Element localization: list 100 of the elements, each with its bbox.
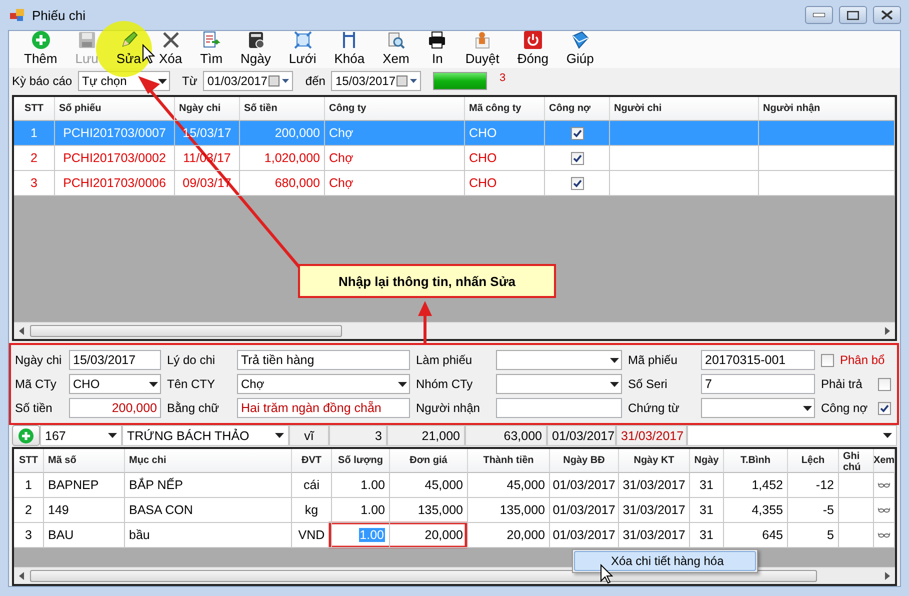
glasses-icon[interactable] [878, 530, 890, 540]
checkbox-label: Phân bổ [840, 353, 885, 367]
input-field[interactable]: 20170315-001 [701, 350, 815, 370]
dropdown-field[interactable] [496, 350, 622, 370]
table-cell: bầu [125, 523, 292, 548]
toolbar-button[interactable]: Thêm [15, 30, 66, 66]
dropdown-field[interactable]: TRỨNG BÁCH THẢO [122, 425, 289, 446]
scrollbar-thumb[interactable] [30, 570, 817, 582]
dropdown-arrow-icon [883, 433, 892, 438]
checkbox[interactable] [570, 152, 584, 164]
dropdown-arrow-icon [610, 358, 619, 362]
checkbox[interactable] [821, 354, 834, 366]
cross-icon [160, 30, 181, 50]
dropdown-field[interactable]: 167 [40, 425, 122, 446]
close-button[interactable] [873, 6, 901, 24]
dropdown-field[interactable] [701, 398, 815, 418]
toolbar-button[interactable]: Xem [374, 30, 418, 66]
dropdown-arrow-icon [108, 433, 117, 438]
toolbar-button[interactable]: Giúp [557, 30, 603, 66]
maximize-button[interactable] [839, 6, 867, 24]
checkbox[interactable] [570, 176, 584, 190]
toolbar-button[interactable]: Đóng [508, 30, 558, 66]
input-field[interactable] [496, 398, 622, 418]
window-title: Phiếu chi [32, 8, 86, 22]
calendar-icon[interactable] [396, 75, 418, 87]
selected-text: 1.00 [358, 528, 385, 542]
entry-cell: 31/03/2017 [616, 425, 687, 446]
table-cell: 645 [724, 523, 788, 548]
scrollbar-thumb[interactable] [30, 325, 342, 337]
dropdown-arrow-icon [803, 406, 812, 410]
field-label: Lý do chi [167, 353, 216, 367]
add-row-button[interactable] [12, 425, 40, 446]
from-label: Từ [182, 74, 198, 88]
date-picker[interactable]: 15/03/2017 [331, 71, 422, 91]
to-label: đến [305, 74, 326, 88]
entry-cell: 21,000 [387, 425, 465, 446]
dropdown-field[interactable] [687, 425, 897, 446]
entry-cell: 01/03/2017 [547, 425, 616, 446]
table-cell: 01/03/2017 [550, 523, 619, 548]
maximize-icon [847, 10, 859, 20]
horizontal-scrollbar[interactable] [14, 567, 895, 584]
table-cell: 3 [14, 171, 55, 196]
mouse-cursor-icon [600, 564, 613, 584]
frame-icon [292, 30, 313, 50]
dropdown-arrow-icon [275, 433, 284, 438]
arrow [418, 301, 432, 344]
field-label: Mã phiếu [628, 353, 678, 367]
dropdown-arrow-icon [158, 78, 168, 84]
field-label: Mã CTy [15, 377, 58, 391]
checkbox[interactable] [570, 126, 584, 140]
field-label: Chứng từ [628, 401, 680, 415]
entry-cell: 63,000 [465, 425, 547, 446]
field-label: Ngày chi [15, 353, 63, 367]
table-cell: Chợ [325, 171, 465, 196]
field-label: Tên CTY [167, 377, 216, 391]
table-cell: BAU [44, 523, 125, 548]
field-label: Số tiền [15, 401, 54, 415]
checkbox[interactable] [878, 402, 891, 414]
minimize-button[interactable] [805, 6, 833, 24]
dropdown-field[interactable] [496, 374, 622, 394]
mouse-cursor-icon [142, 44, 155, 64]
input-field[interactable]: 200,000 [69, 398, 161, 418]
table-cell: 680,000 [240, 171, 325, 196]
dropdown-field[interactable]: CHO [69, 374, 161, 394]
toolbar-button[interactable]: Lưới [280, 30, 326, 66]
table-cell: 3 [14, 523, 44, 548]
glasses-icon[interactable] [878, 480, 890, 490]
table-cell: CHO [465, 171, 545, 196]
glasses-icon[interactable] [878, 505, 890, 515]
table-cell: VND [292, 523, 332, 548]
input-field[interactable]: Trả tiền hàng [237, 350, 410, 370]
dropdown-arrow-icon [149, 382, 158, 386]
toolbar-button[interactable]: Khóa [325, 30, 374, 66]
table-cell: 31/03/2017 [619, 523, 690, 548]
dropdown-field[interactable]: Chợ [237, 374, 410, 394]
calendar-icon[interactable] [268, 75, 290, 87]
table-cell: 5 [788, 523, 839, 548]
checkbox[interactable] [878, 378, 891, 390]
entry-cell: vĩ [289, 425, 329, 446]
menu-item[interactable]: Xóa chi tiết hàng hóa [574, 551, 756, 571]
entry-cell: 3 [329, 425, 387, 446]
close-icon [881, 10, 893, 20]
date-picker[interactable]: 01/03/2017 [203, 71, 294, 91]
dropdown-arrow-icon [610, 382, 619, 386]
field-label: Số Seri [628, 377, 668, 391]
toolbar-button[interactable]: Tìm [191, 30, 232, 66]
toolbar-button[interactable]: Ngày [232, 30, 280, 66]
toolbar-button[interactable]: In [418, 30, 456, 66]
record-count: 3 [499, 72, 506, 84]
field-label: Làm phiếu [416, 353, 474, 367]
toolbar-button[interactable]: Duyệt [456, 30, 508, 66]
field-label: Bằng chữ [167, 401, 220, 415]
checkbox-label: Phải trả [821, 377, 862, 391]
dropdown-arrow-icon [398, 382, 407, 386]
table-cell: 31 [690, 523, 724, 548]
input-field[interactable]: 15/03/2017 [69, 350, 161, 370]
input-field[interactable]: 7 [701, 374, 815, 394]
input-field[interactable]: Hai trăm ngàn đồng chẵn [237, 398, 410, 418]
table-cell: 1.00 [332, 498, 390, 523]
horizontal-scrollbar[interactable] [14, 322, 895, 339]
